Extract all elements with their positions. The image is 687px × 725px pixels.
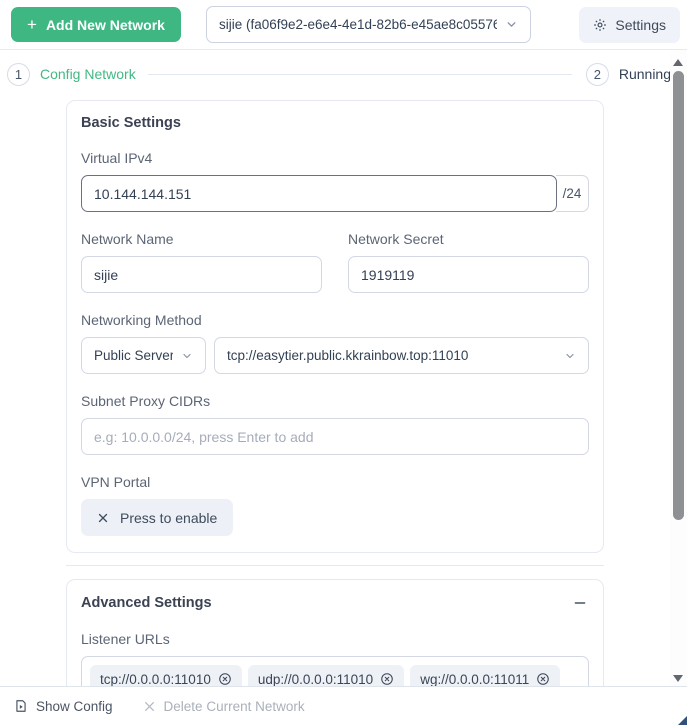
step-2-circle[interactable]: 2 xyxy=(585,62,609,86)
delete-current-network-label: Delete Current Network xyxy=(163,698,305,714)
settings-button[interactable]: Settings xyxy=(579,6,680,43)
vpn-portal-enable-button[interactable]: Press to enable xyxy=(81,499,234,536)
bottom-action-bar: Show Config Delete Current Network xyxy=(0,686,687,725)
delete-current-network-button[interactable]: Delete Current Network xyxy=(143,699,305,714)
scroll-down-arrow[interactable] xyxy=(673,675,683,682)
step-2-label[interactable]: Running xyxy=(619,66,671,82)
collapse-minus-icon[interactable] xyxy=(571,594,589,612)
network-select[interactable]: sijie (fa06f9e2-e6e4-4e1d-82b6-e45ae8c05… xyxy=(205,6,531,43)
main-scroll-area: 1 Config Network 2 Running Basic Setting… xyxy=(0,50,687,686)
networking-method-mode-select[interactable]: Public Server xyxy=(81,337,206,374)
x-icon xyxy=(97,512,109,524)
x-icon xyxy=(143,700,156,713)
virtual-ipv4-input[interactable] xyxy=(81,175,557,212)
top-toolbar: + Add New Network sijie (fa06f9e2-e6e4-4… xyxy=(0,0,687,50)
listener-url-chip-label: udp://0.0.0.0:11010 xyxy=(257,671,374,687)
add-new-network-label: Add New Network xyxy=(45,16,165,33)
basic-settings-title: Basic Settings xyxy=(81,115,181,131)
step-1-circle[interactable]: 1 xyxy=(7,62,30,86)
add-new-network-button[interactable]: + Add New Network xyxy=(11,7,181,42)
public-server-value: tcp://easytier.public.kkrainbow.top:1101… xyxy=(227,348,469,363)
show-config-button[interactable]: Show Config xyxy=(14,699,113,714)
network-select-value: sijie (fa06f9e2-e6e4-4e1d-82b6-e45ae8c05… xyxy=(218,17,497,32)
listener-url-chip-label: wg://0.0.0.0:11011 xyxy=(420,671,530,687)
window-resize-grip[interactable] xyxy=(678,716,687,725)
vpn-portal-enable-label: Press to enable xyxy=(120,509,218,526)
networking-method-label: Networking Method xyxy=(81,312,202,328)
plus-icon: + xyxy=(27,15,37,34)
gear-icon xyxy=(593,18,607,32)
advanced-settings-card: Advanced Settings Listener URLs tcp://0.… xyxy=(66,579,604,686)
settings-label: Settings xyxy=(615,16,666,33)
listener-url-chip-label: tcp://0.0.0.0:11010 xyxy=(100,671,211,687)
chevron-down-icon xyxy=(564,350,576,362)
listener-url-chip: udp://0.0.0.0:11010 xyxy=(247,665,405,687)
basic-settings-card: Basic Settings Virtual IPv4 /24 Network … xyxy=(66,100,604,553)
public-server-select[interactable]: tcp://easytier.public.kkrainbow.top:1101… xyxy=(214,337,589,374)
network-secret-label: Network Secret xyxy=(348,231,444,247)
show-config-file-icon xyxy=(14,699,28,713)
subnet-proxy-input[interactable] xyxy=(81,418,589,455)
listener-urls-label: Listener URLs xyxy=(81,631,170,647)
networking-method-mode-value: Public Server xyxy=(94,348,173,363)
chip-remove-icon[interactable] xyxy=(536,672,550,686)
step-1-number: 1 xyxy=(14,66,23,82)
stepper-connector-line xyxy=(147,73,572,75)
network-secret-input[interactable] xyxy=(348,256,589,293)
chevron-down-icon xyxy=(505,18,518,31)
show-config-label: Show Config xyxy=(36,698,113,714)
scroll-up-arrow[interactable] xyxy=(673,59,683,66)
network-name-input[interactable] xyxy=(81,256,322,293)
step-1-label[interactable]: Config Network xyxy=(40,66,136,82)
card-divider xyxy=(66,565,604,566)
wizard-stepper: 1 Config Network 2 Running xyxy=(7,62,671,86)
virtual-ipv4-prefix-length: /24 xyxy=(556,175,589,212)
vpn-portal-label: VPN Portal xyxy=(81,474,151,490)
virtual-ipv4-group: /24 xyxy=(81,175,589,212)
listener-url-chip: tcp://0.0.0.0:11010 xyxy=(90,665,242,686)
network-name-label: Network Name xyxy=(81,231,174,247)
advanced-settings-title: Advanced Settings xyxy=(81,595,212,611)
virtual-ipv4-label: Virtual IPv4 xyxy=(81,150,153,166)
listener-urls-input-box[interactable]: tcp://0.0.0.0:11010 udp://0.0.0.0:11010 … xyxy=(81,656,589,686)
subnet-proxy-label: Subnet Proxy CIDRs xyxy=(81,393,211,409)
scrollbar-thumb[interactable] xyxy=(673,71,684,520)
chip-remove-icon[interactable] xyxy=(380,672,394,686)
chevron-down-icon xyxy=(181,350,193,362)
chip-remove-icon[interactable] xyxy=(218,672,232,686)
vertical-scrollbar[interactable] xyxy=(670,50,687,686)
listener-url-chip: wg://0.0.0.0:11011 xyxy=(410,665,561,687)
step-2-number: 2 xyxy=(593,66,601,82)
